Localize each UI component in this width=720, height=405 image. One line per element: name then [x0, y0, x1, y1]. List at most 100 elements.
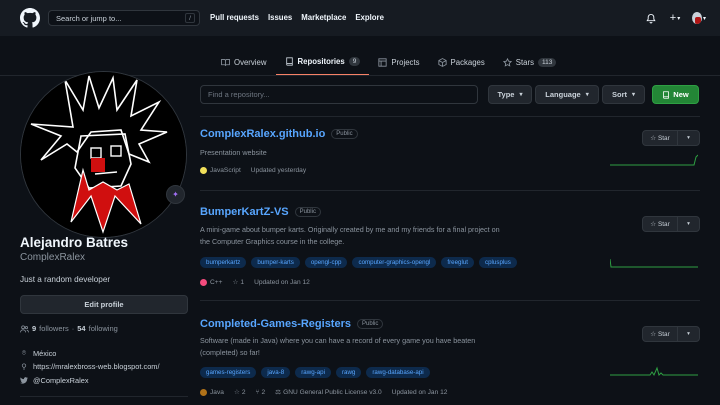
- language-label: C++: [210, 278, 223, 286]
- nav-pull-requests[interactable]: Pull requests: [210, 13, 259, 22]
- stars-count-badge: 113: [537, 57, 557, 67]
- repo-stars[interactable]: ☆ 1: [232, 278, 245, 287]
- topic-tag[interactable]: games-registers: [200, 367, 257, 378]
- star-button-label: Star: [658, 220, 670, 228]
- activity-sparkline: [610, 258, 698, 268]
- star-icon: ☆: [232, 279, 239, 286]
- header-actions: + ▾ ▾: [644, 11, 706, 25]
- find-repository-field[interactable]: [200, 85, 478, 104]
- plus-icon: +: [669, 12, 677, 24]
- repo-name-link[interactable]: BumperKartZ-VS: [200, 206, 289, 218]
- star-button[interactable]: ☆ Star: [643, 131, 678, 145]
- language-color-dot: [200, 278, 207, 286]
- repo-description: Presentation website: [200, 148, 267, 157]
- repo-icon: [285, 56, 293, 66]
- tab-overview[interactable]: Overview: [212, 52, 276, 72]
- star-list-dropdown[interactable]: ▾: [678, 327, 699, 341]
- repo-forks[interactable]: ⑂ 2: [256, 389, 266, 396]
- language-color-dot: [200, 167, 207, 174]
- star-icon: ☆: [650, 221, 656, 228]
- tab-label: Stars: [515, 57, 534, 67]
- tab-packages[interactable]: Packages: [429, 52, 494, 72]
- type-filter-dropdown[interactable]: Type ▾: [488, 85, 532, 104]
- repo-icon: [663, 90, 670, 99]
- visibility-badge: Public: [331, 129, 358, 139]
- profile-location: ⌾ México: [20, 348, 57, 358]
- nav-explore[interactable]: Explore: [355, 13, 384, 22]
- topic-tag[interactable]: freeglut: [441, 257, 474, 268]
- star-button[interactable]: ☆ Star: [643, 327, 678, 341]
- following-label[interactable]: following: [89, 324, 118, 333]
- following-count[interactable]: 54: [77, 324, 85, 333]
- star-list-dropdown[interactable]: ▾: [678, 217, 699, 231]
- star-button-label: Star: [658, 330, 670, 338]
- package-icon: [437, 57, 447, 67]
- github-logo-icon[interactable]: [20, 8, 40, 28]
- topic-tag[interactable]: computer-graphics-opengl: [352, 257, 437, 268]
- followers-label[interactable]: followers: [39, 324, 69, 333]
- chevron-down-icon: ▾: [631, 92, 635, 98]
- repo-updated: Updated on Jan 12: [254, 278, 310, 286]
- chevron-down-icon: ▾: [585, 92, 589, 98]
- star-button[interactable]: ☆ Star: [643, 217, 678, 231]
- website-link[interactable]: https://mralexbross-web.blogspot.com/: [33, 362, 160, 371]
- stars-count: 1: [240, 278, 245, 286]
- repo-updated: Updated on Jan 12: [391, 388, 448, 396]
- profile-twitter: @ComplexRalex: [20, 376, 89, 385]
- repo-name-link[interactable]: Completed-Games-Registers: [200, 318, 351, 330]
- user-menu[interactable]: ▾: [692, 11, 706, 25]
- repo-description: A mini-game about bumper karts. Original…: [200, 225, 500, 246]
- chevron-down-icon: ▾: [687, 331, 690, 337]
- profile-fullname: Alejandro Batres: [20, 235, 129, 250]
- new-button-label: New: [673, 90, 689, 99]
- star-button-group: ☆ Star ▾: [642, 130, 700, 146]
- topic-tag[interactable]: bumperkartz: [200, 257, 247, 268]
- profile-bio: Just a random developer: [20, 275, 111, 284]
- nav-issues[interactable]: Issues: [268, 13, 292, 22]
- chevron-down-icon: ▾: [687, 221, 690, 227]
- topic-tag[interactable]: rawg-database-api: [366, 367, 430, 378]
- star-icon: ☆: [650, 135, 656, 142]
- repo-name-link[interactable]: ComplexRalex.github.io: [200, 128, 325, 140]
- bell-icon[interactable]: [644, 11, 658, 25]
- language-filter-dropdown[interactable]: Language ▾: [535, 85, 599, 104]
- sort-dropdown[interactable]: Sort ▾: [602, 85, 645, 104]
- activity-sparkline: [610, 366, 698, 377]
- find-repository-input[interactable]: [208, 90, 477, 99]
- sidebar-divider: [20, 396, 188, 397]
- book-icon: [221, 58, 230, 66]
- new-repository-button[interactable]: New: [652, 85, 699, 104]
- language-filter-label: Language: [545, 90, 581, 99]
- nav-marketplace[interactable]: Marketplace: [301, 13, 346, 22]
- law-icon: ⚖: [275, 389, 282, 396]
- twitter-icon: [20, 377, 28, 384]
- twitter-handle[interactable]: @ComplexRalex: [33, 376, 89, 385]
- tab-label: Projects: [391, 57, 420, 67]
- repo-license: ⚖ GNU General Public License v3.0: [275, 388, 382, 397]
- edit-profile-button[interactable]: Edit profile: [20, 295, 188, 314]
- visibility-badge: Public: [294, 207, 321, 217]
- followers-count[interactable]: 9: [32, 324, 36, 333]
- status-emoji-icon: ✦: [172, 190, 179, 199]
- tab-projects[interactable]: Projects: [369, 52, 428, 72]
- topic-tag[interactable]: rawg-api: [295, 367, 331, 378]
- list-divider: [200, 190, 700, 191]
- type-filter-label: Type: [497, 90, 515, 99]
- repo-item: Completed-Games-Registers Public: [200, 318, 384, 330]
- tab-stars[interactable]: Stars 113: [494, 52, 566, 72]
- topic-tag[interactable]: java-8: [261, 367, 291, 378]
- repo-meta: JavaScript Updated yesterday: [200, 167, 306, 174]
- topic-tag[interactable]: cplusplus: [479, 257, 517, 268]
- tab-repositories[interactable]: Repositories 9: [275, 52, 370, 76]
- repo-item: ComplexRalex.github.io Public: [200, 128, 358, 140]
- topic-tag[interactable]: bumper-karts: [251, 257, 300, 268]
- topic-tag[interactable]: rawg: [335, 367, 362, 378]
- star-list-dropdown[interactable]: ▾: [678, 131, 699, 145]
- set-status-button[interactable]: ✦: [166, 185, 185, 204]
- global-search-input[interactable]: Search or jump to... /: [48, 10, 200, 26]
- repo-language: JavaScript: [200, 167, 241, 174]
- create-new-menu[interactable]: + ▾: [668, 11, 682, 25]
- repo-stars[interactable]: ☆ 2: [234, 388, 246, 397]
- topic-tag[interactable]: opengl-cpp: [304, 257, 348, 268]
- profile-avatar[interactable]: [20, 71, 187, 238]
